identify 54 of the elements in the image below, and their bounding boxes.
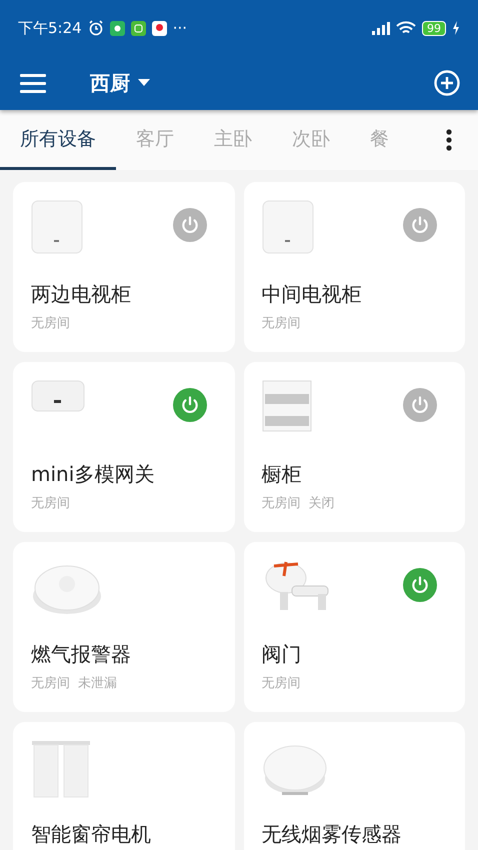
app-notification-icon xyxy=(130,20,146,36)
power-button[interactable] xyxy=(403,568,437,602)
menu-icon[interactable] xyxy=(20,73,46,93)
device-name: 中间电视柜 xyxy=(262,282,362,306)
power-button[interactable] xyxy=(172,208,206,242)
device-status: 关闭 xyxy=(308,495,334,512)
device-status: 未泄漏 xyxy=(78,675,117,692)
device-card[interactable]: mini多模网关 无房间 xyxy=(13,362,234,532)
device-room: 无房间 xyxy=(31,315,70,332)
device-name: 两边电视柜 xyxy=(31,282,132,306)
device-card[interactable]: 无线烟雾传感器 xyxy=(244,722,465,850)
more-options-icon[interactable] xyxy=(446,129,452,151)
device-room: 无房间 xyxy=(31,495,70,512)
alarm-icon xyxy=(88,20,104,36)
device-card[interactable]: 智能窗帘电机 xyxy=(13,722,234,850)
device-room: 无房间 xyxy=(262,675,300,692)
dropdown-caret-icon[interactable] xyxy=(138,79,150,87)
power-icon xyxy=(410,575,430,595)
device-name: 阀门 xyxy=(262,642,302,666)
device-card[interactable]: 两边电视柜 无房间 xyxy=(13,182,234,352)
router-drawing xyxy=(31,200,83,254)
power-button[interactable] xyxy=(403,388,437,422)
device-room: 无房间 xyxy=(262,495,300,512)
status-time: 下午5:24 xyxy=(18,18,82,38)
device-card[interactable]: 中间电视柜 无房间 xyxy=(244,182,465,352)
device-name: mini多模网关 xyxy=(31,462,156,486)
wifi-icon xyxy=(396,20,416,36)
charging-icon xyxy=(452,21,460,35)
home-selector[interactable]: 西厨 xyxy=(90,70,130,96)
device-card[interactable]: 燃气报警器 无房间 未泄漏 xyxy=(13,542,234,712)
device-card[interactable]: 橱柜 无房间 关闭 xyxy=(244,362,465,532)
device-name: 智能窗帘电机 xyxy=(31,822,152,846)
power-button[interactable] xyxy=(172,388,206,422)
signal-icon xyxy=(370,21,390,35)
hub-drawing xyxy=(31,380,85,412)
router-drawing xyxy=(262,200,314,254)
power-button[interactable] xyxy=(403,208,437,242)
cabinet-drawing xyxy=(262,380,312,432)
device-card[interactable]: 阀门 无房间 xyxy=(244,542,465,712)
device-name: 燃气报警器 xyxy=(31,642,132,666)
power-icon xyxy=(180,215,200,235)
device-name: 无线烟雾传感器 xyxy=(262,822,402,846)
power-icon xyxy=(410,395,430,415)
power-icon xyxy=(410,215,430,235)
add-icon[interactable] xyxy=(434,70,460,96)
curtain-drawing xyxy=(31,740,91,798)
device-room: 无房间 xyxy=(31,675,70,692)
device-name: 橱柜 xyxy=(262,462,302,486)
more-notifications: ··· xyxy=(172,19,187,37)
battery-level: 99 xyxy=(422,20,446,36)
power-icon xyxy=(180,395,200,415)
room-tab[interactable]: 所有设备 xyxy=(0,110,116,170)
app-notification-icon xyxy=(110,20,125,36)
device-room: 无房间 xyxy=(262,315,300,332)
